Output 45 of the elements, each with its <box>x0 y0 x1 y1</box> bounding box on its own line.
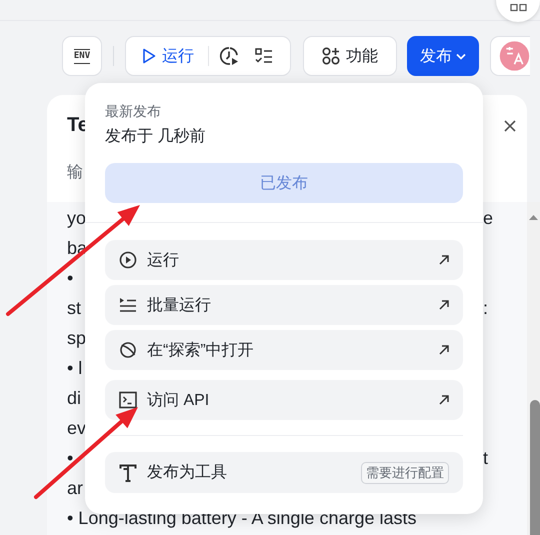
text-line: • <box>67 268 74 288</box>
menu-item[interactable]: 发布为工具 需要进行配置 <box>105 452 463 493</box>
checklist-icon[interactable] <box>255 48 273 64</box>
text-line: sp <box>67 328 86 348</box>
text-line: e <box>483 207 494 230</box>
text-line: di <box>67 388 82 408</box>
publish-time: 发布于 几秒前 <box>105 127 206 147</box>
env-button[interactable]: ENV <box>62 36 102 76</box>
menu-heading: 最新发布 <box>105 102 162 121</box>
text-line: : <box>483 297 488 320</box>
config-badge: 需要进行配置 <box>361 462 449 484</box>
env-label: ENV <box>74 48 90 64</box>
text-line: yo <box>67 208 86 228</box>
menu-item[interactable]: 运行 <box>105 240 463 280</box>
scroll-thumb[interactable] <box>530 400 540 535</box>
terminal-icon <box>119 391 137 409</box>
translate-button[interactable] <box>490 36 530 76</box>
grid-icon <box>510 4 528 12</box>
menu-item[interactable]: 批量运行 <box>105 285 463 325</box>
text-line: • l <box>67 358 82 378</box>
close-icon[interactable] <box>504 120 516 132</box>
field-label: 输 <box>67 163 83 183</box>
text-line: ev <box>67 418 86 438</box>
play-circle-icon <box>119 251 137 269</box>
external-link-icon <box>439 395 449 405</box>
text-line: • <box>67 448 74 468</box>
menu-item[interactable]: 在“探索”中打开 <box>105 330 463 370</box>
text-line: t <box>483 447 488 470</box>
external-link-icon <box>439 300 449 310</box>
external-link-icon <box>439 255 449 265</box>
tool-icon <box>119 464 137 482</box>
planet-icon <box>119 341 137 359</box>
menu-item[interactable]: 访问 API <box>105 380 463 420</box>
play-icon <box>142 48 156 64</box>
publish-button[interactable]: 发布 <box>407 36 479 76</box>
list-play-icon <box>119 296 137 314</box>
apps-icon <box>322 47 340 65</box>
run-button[interactable]: 运行 <box>142 46 194 66</box>
features-button[interactable]: 功能 <box>303 36 397 76</box>
text-line: ar <box>67 478 84 498</box>
clock-play-icon[interactable] <box>219 46 239 66</box>
external-link-icon <box>439 345 449 355</box>
scrollbar[interactable] <box>527 202 540 535</box>
text-line: st <box>67 298 82 318</box>
chevron-down-icon <box>456 52 466 60</box>
